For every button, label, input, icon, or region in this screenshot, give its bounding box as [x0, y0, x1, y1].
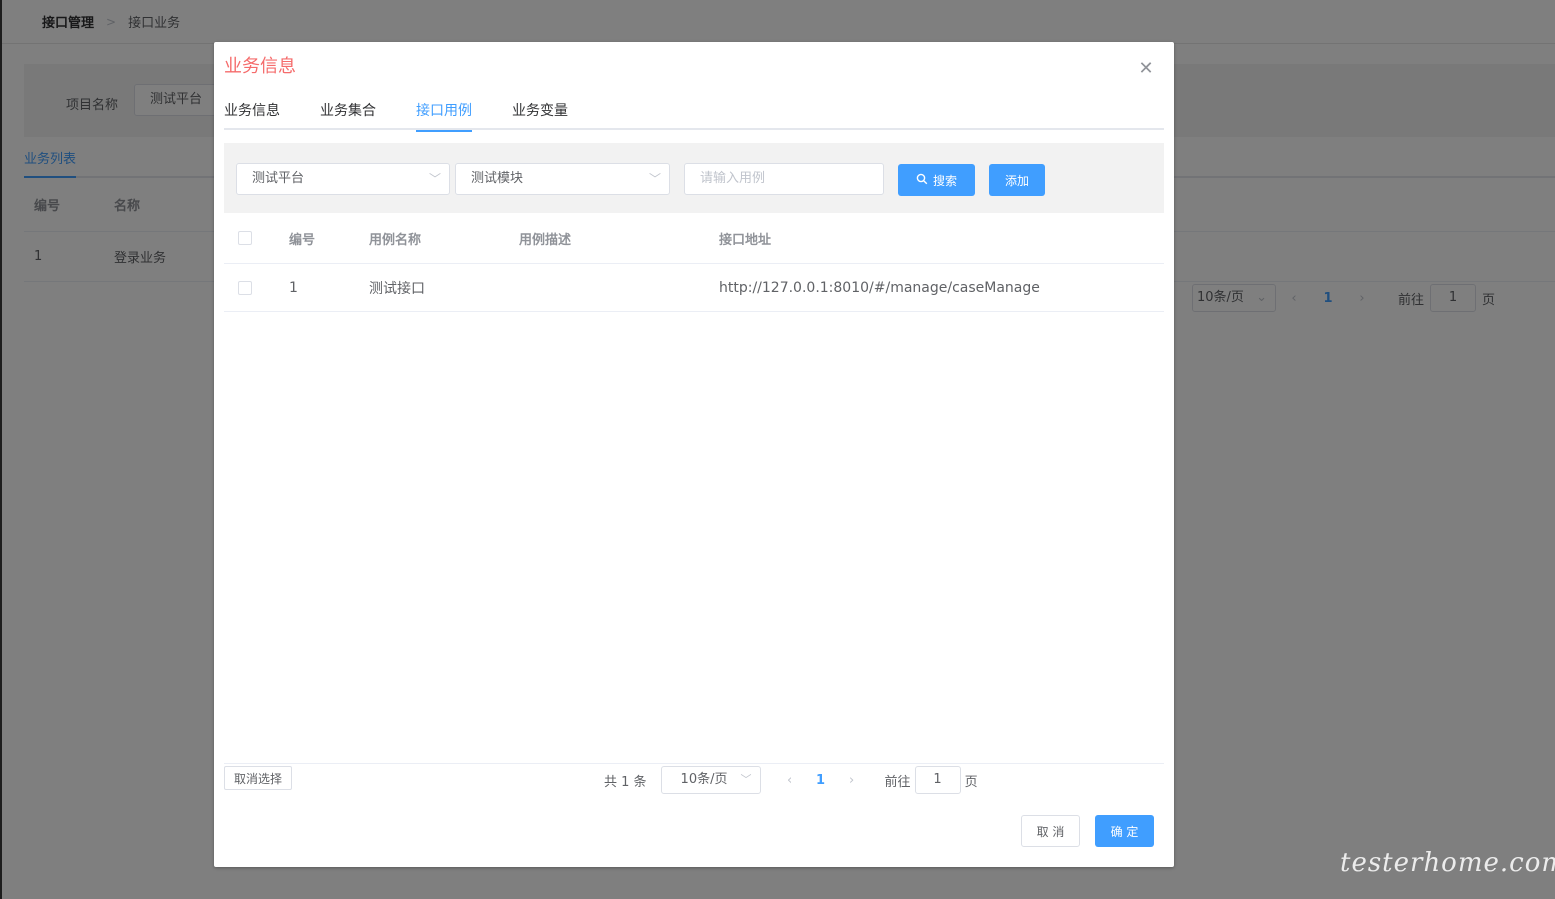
chevron-down-icon: ﹀	[428, 172, 441, 186]
case-table: 编号 用例名称 用例描述 接口地址 1 测试接口 http://127.0.0.…	[224, 213, 1164, 312]
header-case-name: 用例名称	[369, 232, 422, 248]
case-search-input[interactable]: 请输入用例	[684, 163, 884, 195]
table-bottom-divider	[224, 763, 1164, 764]
project-select-value: 测试平台	[252, 171, 305, 186]
row-checkbox[interactable]	[238, 264, 252, 311]
project-select[interactable]: 测试平台 ﹀	[236, 163, 450, 195]
case-toolbar: 测试平台 ﹀ 测试模块 ﹀ 请输入用例 搜索 添加	[224, 143, 1164, 213]
tab-business-info[interactable]: 业务信息	[224, 100, 280, 130]
page-size-select[interactable]: 10条/页 ﹀	[660, 766, 761, 794]
dialog-title: 业务信息	[224, 56, 296, 77]
search-button-label: 搜索	[932, 173, 957, 188]
next-page-icon[interactable]: ›	[833, 773, 871, 788]
clear-selection-button[interactable]: 取消选择	[224, 766, 292, 790]
search-button[interactable]: 搜索	[898, 164, 975, 196]
watermark-logo: testerhome.com	[1340, 848, 1555, 878]
case-table-header: 编号 用例名称 用例描述 接口地址	[224, 213, 1164, 264]
dialog-tabs: 业务信息 业务集合 接口用例 业务变量	[224, 94, 1164, 132]
prev-page-icon[interactable]: ‹	[771, 773, 809, 788]
chevron-down-icon: ﹀	[740, 773, 752, 786]
select-all-checkbox[interactable]	[238, 213, 252, 263]
row-id: 1	[289, 279, 298, 296]
tab-interface-cases[interactable]: 接口用例	[416, 100, 472, 132]
tab-business-collection[interactable]: 业务集合	[320, 100, 376, 130]
cancel-button[interactable]: 取 消	[1021, 815, 1080, 847]
row-interface-url: http://127.0.0.1:8010/#/manage/caseManag…	[719, 279, 1040, 296]
business-info-dialog: 业务信息 ✕ 业务信息 业务集合 接口用例 业务变量 测试平台 ﹀ 测试模块 ﹀…	[214, 42, 1174, 867]
pagination: 共 1 条 10条/页 ﹀ ‹ 1 › 前往 1 页	[604, 766, 978, 794]
add-button[interactable]: 添加	[989, 164, 1045, 196]
row-case-name: 测试接口	[369, 280, 425, 297]
total-count: 共 1 条	[604, 774, 647, 790]
table-row[interactable]: 1 测试接口 http://127.0.0.1:8010/#/manage/ca…	[224, 264, 1164, 312]
header-case-desc: 用例描述	[519, 232, 572, 248]
tab-business-variables[interactable]: 业务变量	[512, 100, 568, 130]
chevron-down-icon: ﹀	[648, 172, 661, 186]
goto-page-input[interactable]: 1	[914, 766, 961, 794]
close-icon[interactable]: ✕	[1136, 59, 1156, 79]
header-interface-url: 接口地址	[719, 232, 772, 248]
page-suffix: 页	[964, 774, 978, 790]
confirm-button[interactable]: 确 定	[1095, 815, 1154, 847]
header-id: 编号	[289, 232, 316, 248]
search-icon	[916, 173, 928, 188]
module-select-value: 测试模块	[471, 171, 524, 186]
module-select[interactable]: 测试模块 ﹀	[455, 163, 670, 195]
goto-label: 前往	[884, 774, 911, 790]
page-number[interactable]: 1	[809, 773, 833, 788]
page-size-value: 10条/页	[680, 772, 728, 787]
